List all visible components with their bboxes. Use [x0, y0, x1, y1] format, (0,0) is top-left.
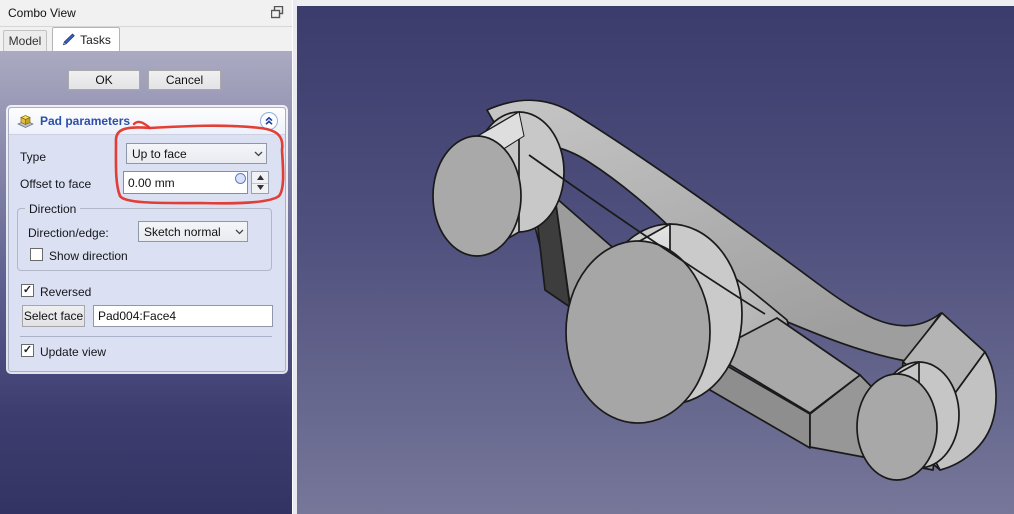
- rear-wheel-face: [856, 373, 938, 481]
- collapse-button[interactable]: [260, 112, 278, 130]
- viewport-top-edge: [297, 0, 1014, 6]
- cancel-button[interactable]: Cancel: [148, 70, 221, 90]
- update-view-label: Update view: [40, 345, 107, 359]
- freecad-window: Combo View Model Tasks OK Cancel Pad par…: [0, 0, 1014, 514]
- chevron-double-up-icon: [265, 116, 273, 125]
- direction-dropdown-value: Sketch normal: [144, 224, 221, 239]
- tab-model[interactable]: Model: [3, 30, 47, 51]
- front-wheel-face: [432, 135, 522, 257]
- show-direction-checkbox[interactable]: [30, 248, 43, 261]
- divider-line: [20, 336, 272, 337]
- check-icon: ✓: [22, 344, 33, 356]
- type-label: Type: [20, 150, 47, 164]
- offset-input[interactable]: 0.00 mm: [123, 171, 248, 194]
- expression-editor-icon[interactable]: [235, 173, 246, 184]
- pad-parameters-title: Pad parameters: [40, 114, 131, 128]
- direction-legend: Direction: [25, 202, 81, 216]
- float-restore-icon[interactable]: [271, 6, 284, 19]
- reversed-label: Reversed: [40, 285, 92, 299]
- type-dropdown-value: Up to face: [132, 146, 187, 161]
- type-dropdown[interactable]: Up to face: [126, 143, 267, 164]
- offset-value: 0.00 mm: [128, 175, 175, 190]
- chevron-down-icon: [250, 151, 266, 157]
- direction-dropdown[interactable]: Sketch normal: [138, 221, 248, 242]
- ok-button[interactable]: OK: [68, 70, 140, 90]
- offset-spinner: [251, 171, 269, 194]
- arrow-down-icon: [256, 185, 264, 191]
- reversed-checkbox[interactable]: ✓: [21, 284, 34, 297]
- pencil-icon: [63, 32, 75, 45]
- combo-view-titlebar: Combo View: [0, 0, 292, 27]
- combo-view-tabs: Model Tasks: [0, 27, 292, 51]
- 3d-viewport[interactable]: [297, 0, 1014, 514]
- check-icon: ✓: [22, 284, 33, 296]
- mid-wheel-face: [565, 240, 711, 424]
- pad-parameters-header: Pad parameters: [9, 108, 285, 135]
- select-face-button[interactable]: Select face: [22, 305, 85, 327]
- spin-down-button[interactable]: [252, 183, 268, 194]
- face-reference-field[interactable]: Pad004:Face4: [93, 305, 273, 327]
- direction-edge-label: Direction/edge:: [28, 226, 109, 240]
- panel-title: Combo View: [8, 6, 76, 20]
- tab-tasks[interactable]: Tasks: [52, 27, 120, 51]
- combo-view-panel: Combo View Model Tasks OK Cancel Pad par…: [0, 0, 292, 514]
- offset-label: Offset to face: [20, 177, 92, 191]
- face-reference-value: Pad004:Face4: [98, 309, 177, 323]
- chevron-down-icon: [231, 229, 247, 235]
- update-view-checkbox[interactable]: ✓: [21, 344, 34, 357]
- pad-icon: [17, 115, 34, 128]
- show-direction-label: Show direction: [49, 249, 128, 263]
- arrow-up-icon: [256, 174, 264, 180]
